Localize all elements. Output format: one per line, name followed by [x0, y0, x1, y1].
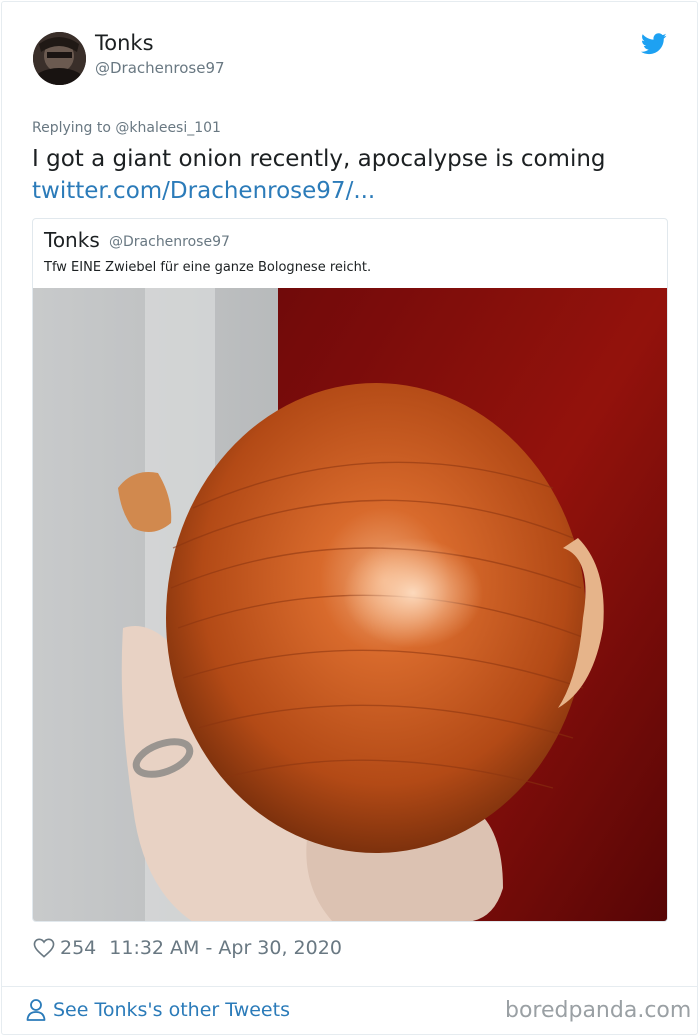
quoted-tweet[interactable]: Tonks @Drachenrose97 Tfw EINE Zwiebel fü…	[32, 218, 668, 922]
tweet-meta: 254 11:32 AM - Apr 30, 2020	[33, 935, 342, 961]
author-handle[interactable]: @Drachenrose97	[95, 59, 225, 77]
onion-photo[interactable]	[33, 288, 667, 922]
replying-to-label[interactable]: Replying to @khaleesi_101	[32, 120, 221, 136]
divider	[1, 986, 698, 987]
twitter-bird-icon[interactable]	[641, 33, 667, 55]
quoted-handle: @Drachenrose97	[109, 234, 230, 250]
see-other-tweets-label: See Tonks's other Tweets	[53, 999, 290, 1021]
avatar[interactable]	[33, 32, 86, 85]
heart-icon[interactable]	[33, 938, 55, 958]
author-display-name[interactable]: Tonks	[95, 31, 154, 55]
quoted-display-name: Tonks	[44, 228, 100, 252]
quoted-text: Tfw EINE Zwiebel für eine ganze Bolognes…	[44, 260, 372, 275]
tweet-text: I got a giant onion recently, apocalypse…	[32, 146, 606, 172]
timestamp[interactable]: 11:32 AM - Apr 30, 2020	[109, 937, 342, 959]
tweet-body: I got a giant onion recently, apocalypse…	[32, 143, 672, 207]
person-icon	[26, 999, 46, 1021]
see-other-tweets-link[interactable]: See Tonks's other Tweets	[26, 998, 290, 1022]
tweet-link[interactable]: twitter.com/Drachenrose97/...	[32, 175, 672, 207]
like-count: 254	[60, 937, 97, 959]
watermark: boredpanda.com	[505, 998, 692, 1023]
